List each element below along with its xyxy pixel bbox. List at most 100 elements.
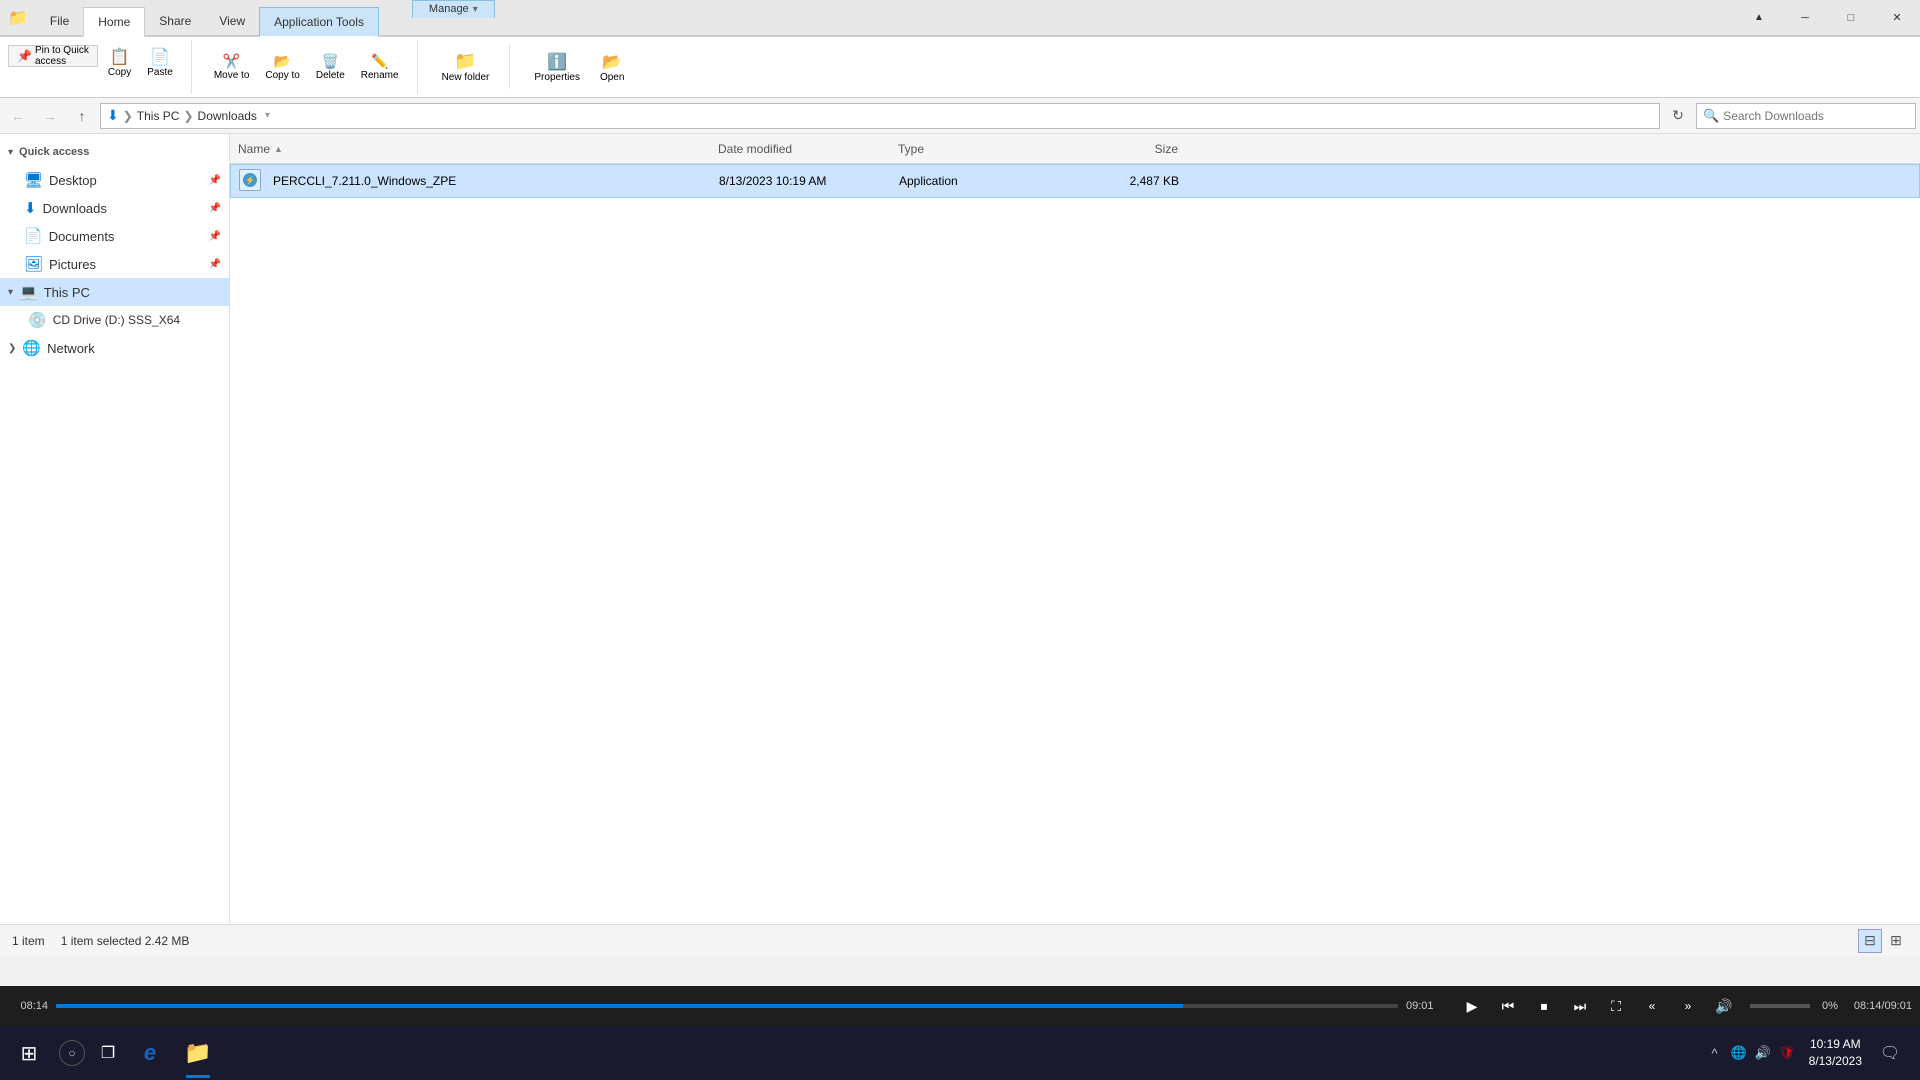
sidebar-item-this-pc[interactable]: ▾ 💻 This PC bbox=[0, 278, 229, 306]
network-icon: 🌐 bbox=[22, 339, 41, 357]
media-prev-button[interactable]: ⏮ bbox=[1494, 992, 1522, 1020]
media-next-button[interactable]: ⏭ bbox=[1566, 992, 1594, 1020]
media-rewind-button[interactable]: « bbox=[1638, 992, 1666, 1020]
ribbon-toolbar: 📌 Pin to Quickaccess 📋 Copy 📄 Paste ✂️ M… bbox=[8, 40, 632, 94]
this-pc-icon: 💻 bbox=[19, 283, 38, 301]
media-time-elapsed: 08:14 bbox=[8, 1000, 48, 1012]
breadcrumb-downloads[interactable]: Downloads bbox=[198, 109, 257, 123]
sidebar-item-documents[interactable]: 📄 Documents 📌 bbox=[0, 222, 229, 250]
tray-network-icon[interactable]: 🌐 bbox=[1727, 1035, 1751, 1071]
taskbar-app-explorer[interactable]: 📁 bbox=[174, 1026, 222, 1080]
ie-icon: e bbox=[144, 1040, 156, 1066]
fast-forward-icon: » bbox=[1685, 999, 1692, 1013]
notification-icon: 🗨 bbox=[1880, 1043, 1900, 1063]
pin-to-quick-access-button[interactable]: 📌 Pin to Quickaccess bbox=[8, 45, 98, 67]
pin-icon: 📌 bbox=[209, 259, 221, 270]
collapse-ribbon-button[interactable]: ▲ bbox=[1736, 0, 1782, 36]
search-icon: 🔍 bbox=[1703, 108, 1719, 124]
up-button[interactable]: ↑ bbox=[68, 102, 96, 130]
cd-drive-icon: 💿 bbox=[28, 311, 47, 329]
close-button[interactable]: ✕ bbox=[1874, 0, 1920, 36]
minimize-button[interactable]: ─ bbox=[1782, 0, 1828, 36]
view-toggle: ⊟ ⊞ bbox=[1858, 929, 1908, 953]
ribbon-tab-application-tools[interactable]: Application Tools bbox=[259, 7, 379, 37]
start-icon: ⊞ bbox=[21, 1041, 38, 1066]
ribbon-tab-view[interactable]: View bbox=[205, 6, 259, 36]
fullscreen-icon: ⛶ bbox=[1611, 998, 1621, 1015]
media-volume-button[interactable]: 🔊 bbox=[1710, 992, 1738, 1020]
table-row[interactable]: ⚡ PERCCLI_7.211.0_Windows_ZPE 8/13/2023 … bbox=[230, 164, 1920, 198]
sidebar-section-network: ❯ 🌐 Network bbox=[0, 334, 229, 362]
column-name[interactable]: Name ▲ bbox=[238, 142, 718, 156]
sidebar-item-downloads[interactable]: ⬇ Downloads 📌 bbox=[0, 194, 229, 222]
tray-security-icon[interactable]: 🛡 bbox=[1775, 1035, 1799, 1071]
column-type[interactable]: Type bbox=[898, 142, 1058, 156]
media-progress-bar[interactable] bbox=[56, 1004, 1398, 1008]
sidebar-item-pictures[interactable]: 🖼 Pictures 📌 bbox=[0, 250, 229, 278]
maximize-button[interactable]: □ bbox=[1828, 0, 1874, 36]
copy-button[interactable]: 📋 Copy bbox=[102, 45, 137, 89]
details-view-button[interactable]: ⊟ bbox=[1858, 929, 1882, 953]
chevron-down-icon: ▾ bbox=[8, 147, 13, 158]
pin-icon: 📌 bbox=[209, 203, 221, 214]
large-icons-icon: ⊞ bbox=[1890, 932, 1902, 949]
column-date-modified[interactable]: Date modified bbox=[718, 142, 898, 156]
refresh-button[interactable]: ↻ bbox=[1664, 102, 1692, 130]
open-button[interactable]: 📂 Open bbox=[592, 45, 632, 89]
media-fast-forward-button[interactable]: » bbox=[1674, 992, 1702, 1020]
ribbon-tab-file[interactable]: File bbox=[36, 6, 83, 36]
main-layout: ▾ Quick access 🖥 Desktop 📌 ⬇ Downloads 📌… bbox=[0, 134, 1920, 924]
clock-time: 10:19 AM bbox=[1809, 1036, 1862, 1053]
chevron-right-icon: ❯ bbox=[8, 343, 16, 354]
delete-button[interactable]: 🗑️ Delete bbox=[310, 51, 351, 83]
media-time-display: 08:14/09:01 bbox=[1854, 1000, 1912, 1012]
file-icon: ⚡ bbox=[239, 169, 263, 193]
search-box[interactable]: 🔍 bbox=[1696, 103, 1916, 129]
media-play-button[interactable]: ▶ bbox=[1458, 992, 1486, 1020]
paste-button[interactable]: 📄 Paste bbox=[141, 45, 179, 89]
volume-tray-icon: 🔊 bbox=[1755, 1045, 1771, 1061]
title-bar: 📁 Manage ▾ File Home Share View Applicat… bbox=[0, 0, 1920, 36]
clock-date: 8/13/2023 bbox=[1809, 1053, 1862, 1070]
task-view-button[interactable]: ❐ bbox=[90, 1026, 126, 1080]
copy-to-button[interactable]: 📂 Copy to bbox=[259, 51, 305, 83]
title-bar-left: 📁 Manage ▾ File Home Share View Applicat… bbox=[0, 0, 1736, 35]
sidebar-item-network[interactable]: ❯ 🌐 Network bbox=[0, 334, 229, 362]
manage-context-label: Manage ▾ bbox=[412, 0, 495, 18]
file-size: 2,487 KB bbox=[1059, 174, 1179, 188]
volume-slider[interactable] bbox=[1750, 1004, 1810, 1008]
next-track-icon: ⏭ bbox=[1574, 998, 1587, 1015]
ribbon-tab-home[interactable]: Home bbox=[83, 7, 145, 37]
ribbon-tab-share[interactable]: Share bbox=[145, 6, 205, 36]
address-bar[interactable]: ⬇ ❯ This PC ❯ Downloads ▾ bbox=[100, 103, 1660, 129]
search-input[interactable] bbox=[1723, 109, 1909, 123]
taskbar-right: ^ 🌐 🔊 🛡 10:19 AM 8/13/2023 🗨 bbox=[1703, 1026, 1916, 1080]
forward-button[interactable]: → bbox=[36, 102, 64, 130]
column-size[interactable]: Size bbox=[1058, 142, 1178, 156]
sidebar-item-desktop[interactable]: 🖥 Desktop 📌 bbox=[0, 166, 229, 194]
clock[interactable]: 10:19 AM 8/13/2023 bbox=[1799, 1036, 1872, 1070]
large-icons-view-button[interactable]: ⊞ bbox=[1884, 929, 1908, 953]
tray-chevron[interactable]: ^ bbox=[1703, 1035, 1727, 1071]
stop-icon: ⏹ bbox=[1540, 998, 1547, 1015]
tray-volume-icon[interactable]: 🔊 bbox=[1751, 1035, 1775, 1071]
security-tray-icon: 🛡 bbox=[1778, 1045, 1795, 1061]
back-button[interactable]: ← bbox=[4, 102, 32, 130]
ribbon-group-new: 📁 New folder bbox=[434, 45, 511, 89]
notification-button[interactable]: 🗨 bbox=[1872, 1026, 1908, 1080]
sidebar-section-this-pc: ▾ 💻 This PC 💿 CD Drive (D:) SSS_X64 bbox=[0, 278, 229, 334]
sidebar-section-quick-access: ▾ Quick access 🖥 Desktop 📌 ⬇ Downloads 📌… bbox=[0, 138, 229, 278]
move-to-button[interactable]: ✂️ Move to bbox=[208, 51, 256, 83]
taskbar-search-button[interactable]: ○ bbox=[54, 1026, 90, 1080]
media-stop-button[interactable]: ⏹ bbox=[1530, 992, 1558, 1020]
media-fullscreen-button[interactable]: ⛶ bbox=[1602, 992, 1630, 1020]
taskbar-app-ie[interactable]: e bbox=[126, 1026, 174, 1080]
new-folder-button[interactable]: 📁 New folder bbox=[434, 45, 498, 89]
breadcrumb-this-pc[interactable]: This PC bbox=[137, 109, 180, 123]
sidebar-item-quick-access-header[interactable]: ▾ Quick access bbox=[0, 138, 229, 166]
properties-button[interactable]: ℹ️ Properties bbox=[526, 45, 588, 89]
rename-button[interactable]: ✏️ Rename bbox=[355, 51, 405, 83]
start-button[interactable]: ⊞ bbox=[4, 1026, 54, 1080]
window-controls: ▲ ─ □ ✕ bbox=[1736, 0, 1920, 35]
sidebar-item-cd-drive[interactable]: 💿 CD Drive (D:) SSS_X64 bbox=[0, 306, 229, 334]
